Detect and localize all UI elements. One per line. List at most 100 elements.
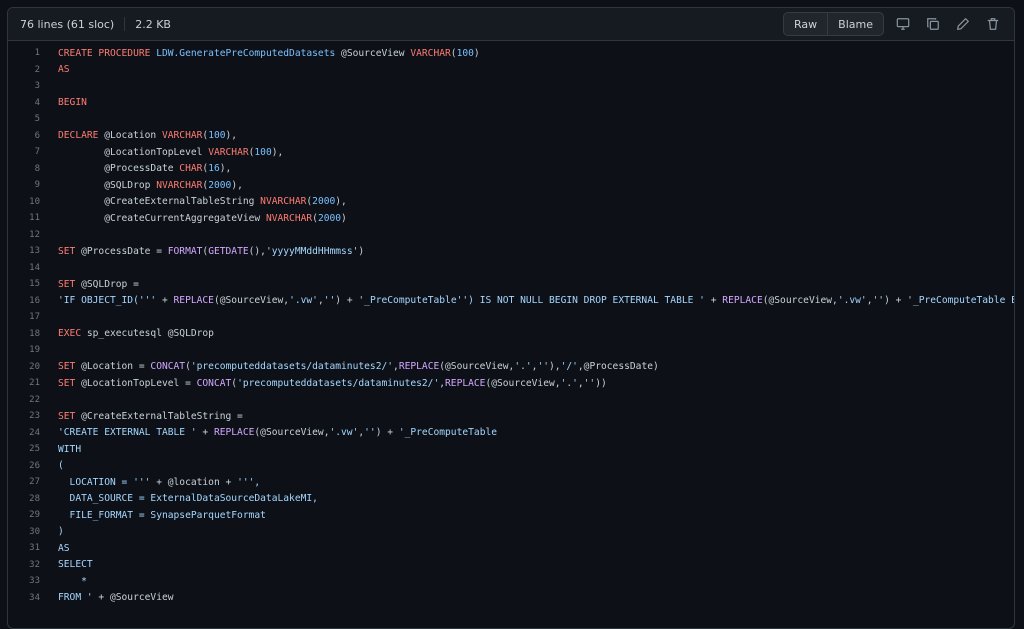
view-mode-buttons: Raw Blame	[783, 12, 884, 36]
line-number[interactable]: 1	[8, 48, 58, 58]
line-number[interactable]: 12	[8, 230, 58, 240]
code-token: REPLACE	[722, 295, 763, 307]
line-content: *	[58, 576, 87, 587]
code-token: '.'	[560, 377, 578, 389]
line-number[interactable]: 24	[8, 428, 58, 438]
code-token: (@SourceView,	[439, 361, 515, 373]
line-content: SET @SQLDrop =	[58, 279, 139, 290]
code-token: +	[704, 295, 723, 307]
line-number[interactable]: 2	[8, 65, 58, 75]
line-content: @ProcessDate CHAR(16),	[58, 163, 231, 174]
line-content: FILE_FORMAT = SynapseParquetFormat	[58, 510, 266, 521]
line-number[interactable]: 4	[8, 98, 58, 108]
line-number[interactable]: 23	[8, 411, 58, 421]
code-line: 8 @ProcessDate CHAR(16),	[8, 161, 1014, 178]
line-number[interactable]: 11	[8, 213, 58, 223]
code-token: (@SourceView,	[762, 295, 838, 307]
code-line: 26(	[8, 458, 1014, 475]
line-number[interactable]: 22	[8, 395, 58, 405]
code-line: 11 @CreateCurrentAggregateView NVARCHAR(…	[8, 210, 1014, 227]
code-token: SELECT	[58, 559, 93, 571]
line-number[interactable]: 20	[8, 362, 58, 372]
line-content: DATA_SOURCE = ExternalDataSourceDataLake…	[58, 493, 318, 504]
line-number[interactable]: 31	[8, 543, 58, 553]
line-number[interactable]: 13	[8, 246, 58, 256]
line-number[interactable]: 28	[8, 494, 58, 504]
line-content: 'CREATE EXTERNAL TABLE ' + REPLACE(@Sour…	[58, 427, 497, 438]
line-number[interactable]: 17	[8, 312, 58, 322]
line-number[interactable]: 15	[8, 279, 58, 289]
line-content: (	[58, 460, 64, 471]
code-token: AS	[58, 64, 70, 76]
code-line: 20 SET @Location = CONCAT('precomputeddat…	[8, 359, 1014, 376]
line-number[interactable]: 6	[8, 131, 58, 141]
line-number[interactable]: 8	[8, 164, 58, 174]
line-number[interactable]: 29	[8, 510, 58, 520]
code-token: NVARCHAR	[265, 212, 313, 224]
line-number[interactable]: 18	[8, 329, 58, 339]
code-token: @CreateCurrentAggregateView	[58, 212, 266, 224]
file-info: 76 lines (61 sloc) 2.2 KB	[20, 17, 171, 31]
code-token: CONCAT	[196, 377, 232, 389]
code-line: 34 FROM ' + @SourceView	[8, 590, 1014, 607]
copy-icon[interactable]	[922, 13, 944, 35]
code-token: FILE_FORMAT = SynapseParquetFormat	[58, 509, 266, 521]
line-number[interactable]: 30	[8, 527, 58, 537]
code-token: REPLACE	[445, 377, 486, 389]
line-number[interactable]: 34	[8, 593, 58, 603]
line-number[interactable]: 26	[8, 461, 58, 471]
code-line: 33 *	[8, 573, 1014, 590]
code-token: DECLARE	[58, 130, 99, 142]
code-token: ''',	[237, 476, 261, 488]
code-token: REPLACE	[213, 427, 255, 439]
divider	[124, 17, 126, 31]
code-token: '.vw'	[289, 295, 318, 307]
code-token: CREATE PROCEDURE	[58, 47, 157, 59]
line-number[interactable]: 14	[8, 263, 58, 273]
code-token: 16	[208, 163, 220, 175]
line-number[interactable]: 19	[8, 345, 58, 355]
code-token: @SQLDrop	[58, 179, 157, 191]
code-token: @CreateExternalTableString =	[75, 410, 243, 422]
code-token: '_PreComputeTable'') IS NOT NULL BEGIN D…	[358, 295, 705, 307]
line-number[interactable]: 5	[8, 114, 58, 124]
code-token: ),	[549, 361, 561, 373]
code-line: 12	[8, 227, 1014, 244]
line-number[interactable]: 9	[8, 180, 58, 190]
code-token: @ProcessDate =	[75, 245, 168, 257]
line-number[interactable]: 7	[8, 147, 58, 157]
code-token: @SQLDrop =	[75, 278, 139, 290]
code-token: '.'	[514, 361, 532, 373]
code-token: EXEC	[58, 328, 82, 340]
code-line: 18 EXEC sp_executesql @SQLDrop	[8, 326, 1014, 343]
code-token: REPLACE	[173, 295, 214, 307]
line-content: )	[58, 526, 64, 537]
code-line: 21 SET @LocationTopLevel = CONCAT('precom…	[8, 375, 1014, 392]
line-number[interactable]: 25	[8, 444, 58, 454]
line-content: @CreateExternalTableString NVARCHAR(2000…	[58, 196, 347, 207]
raw-button[interactable]: Raw	[784, 13, 827, 35]
code-token: '/'	[560, 361, 578, 373]
line-number[interactable]: 33	[8, 576, 58, 586]
line-content: DECLARE @Location VARCHAR(100),	[58, 130, 237, 141]
line-number[interactable]: 16	[8, 296, 58, 306]
line-number[interactable]: 21	[8, 378, 58, 388]
line-number[interactable]: 10	[8, 197, 58, 207]
line-number[interactable]: 27	[8, 477, 58, 487]
line-content: @SQLDrop NVARCHAR(2000),	[58, 180, 243, 191]
code-token: )	[473, 47, 480, 59]
desktop-icon[interactable]	[892, 13, 914, 35]
line-number[interactable]: 3	[8, 81, 58, 91]
code-token: @LocationTopLevel =	[75, 377, 197, 389]
pencil-icon[interactable]	[952, 13, 974, 35]
code-line: 6 DECLARE @Location VARCHAR(100),	[8, 128, 1014, 145]
blame-button[interactable]: Blame	[827, 13, 883, 35]
code-line: 10 @CreateExternalTableString NVARCHAR(2…	[8, 194, 1014, 211]
code-token: )	[341, 212, 347, 224]
code-token: +	[156, 295, 174, 307]
trash-icon[interactable]	[982, 13, 1004, 35]
code-token: '_PreComputeTable	[398, 427, 498, 439]
code-token: SET	[58, 410, 76, 422]
code-token: VARCHAR	[161, 130, 203, 142]
line-number[interactable]: 32	[8, 560, 58, 570]
